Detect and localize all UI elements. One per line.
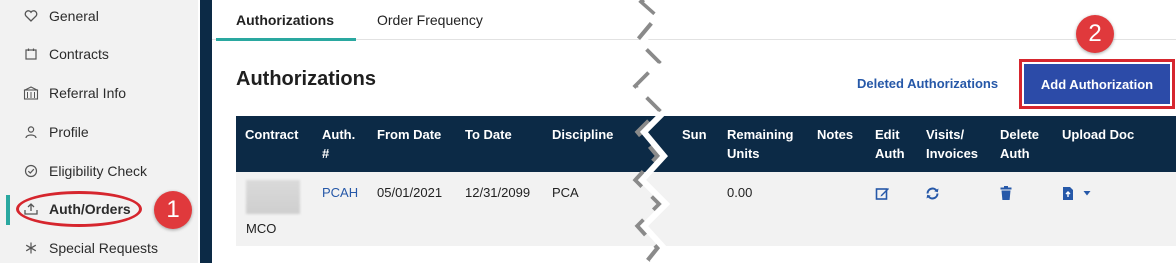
sidebar-item-special-requests[interactable]: Special Requests (0, 230, 198, 263)
sidebar-item-label: Referral Info (49, 85, 127, 101)
cell-discipline: PCA (552, 185, 579, 200)
table-header: Contract Auth. # From Date To Date Disci… (236, 116, 1176, 172)
deleted-authorizations-link[interactable]: Deleted Authorizations (857, 76, 998, 91)
column-header-visits-invoices: Visits/ Invoices (926, 125, 978, 163)
sidebar-divider-bar (200, 0, 212, 263)
column-header-contract: Contract (245, 127, 299, 142)
column-header-discipline: Discipline (552, 127, 614, 142)
hospital-icon (22, 84, 40, 102)
sidebar-item-contracts[interactable]: Contracts (0, 36, 198, 72)
column-header-remaining-units: Remaining Units (727, 125, 793, 163)
column-header-upload-doc: Upload Doc (1062, 127, 1135, 142)
redacted-contract-logo (246, 180, 300, 214)
column-header-auth-number: Auth. # (322, 125, 355, 163)
sidebar-item-general[interactable]: General (0, 0, 198, 34)
edit-icon[interactable] (874, 185, 890, 201)
cell-auth-number-link[interactable]: PCAH (322, 185, 358, 200)
person-icon (22, 123, 40, 141)
add-authorization-button[interactable]: Add Authorization (1024, 64, 1170, 104)
sidebar-item-label: Special Requests (49, 240, 158, 256)
sidebar-item-label: Auth/Orders (49, 201, 131, 217)
table-row: MCO PCAH 05/01/2021 12/31/2099 PCA 0.00 (236, 172, 1176, 246)
sidebar-item-label: Profile (49, 124, 89, 140)
column-header-to-date: To Date (465, 127, 512, 142)
header-line: Auth (875, 146, 905, 161)
heart-icon (22, 7, 40, 25)
page-title: Authorizations (236, 68, 376, 90)
header-line: Visits/ (926, 127, 965, 142)
sidebar-item-label: Contracts (49, 46, 109, 62)
callout-badge-1: 1 (154, 191, 192, 229)
asterisk-icon (22, 239, 40, 257)
header-line: # (322, 146, 330, 161)
sidebar-item-eligibility-check[interactable]: Eligibility Check (0, 153, 198, 189)
column-header-from-date: From Date (377, 127, 442, 142)
header-line: Remaining (727, 127, 794, 142)
check-circle-icon (22, 162, 40, 180)
callout-badge-2: 2 (1076, 15, 1114, 53)
tab-authorizations[interactable]: Authorizations (216, 0, 356, 41)
sidebar-item-label: Eligibility Check (49, 163, 148, 179)
sidebar-item-label: General (49, 8, 99, 24)
column-header-edit-auth: Edit Auth (875, 125, 905, 163)
tab-bar: Authorizations Order Frequency (212, 0, 1176, 41)
header-line: Auth (1000, 146, 1030, 161)
header-line: Units (727, 146, 760, 161)
refresh-icon[interactable] (924, 185, 940, 201)
cell-from-date: 05/01/2021 (377, 185, 443, 200)
header-line: Edit (875, 127, 900, 142)
sidebar-item-referral-info[interactable]: Referral Info (0, 75, 198, 111)
upload-file-icon[interactable] (1060, 185, 1076, 201)
upload-tray-icon (22, 200, 40, 218)
cell-to-date: 12/31/2099 (465, 185, 531, 200)
column-header-sun: Sun (682, 127, 707, 142)
header-line: Invoices (926, 146, 979, 161)
cell-contract: MCO (246, 221, 277, 236)
column-header-notes: Notes (817, 127, 854, 142)
header-line: Delete (1000, 127, 1040, 142)
header-line: Auth. (322, 127, 356, 142)
cell-remaining-units: 0.00 (727, 185, 753, 200)
calendar-icon (22, 45, 40, 63)
trash-icon[interactable] (998, 185, 1014, 201)
sidebar-item-profile[interactable]: Profile (0, 114, 198, 150)
tab-order-frequency[interactable]: Order Frequency (377, 0, 483, 40)
column-header-delete-auth: Delete Auth (1000, 125, 1039, 163)
chevron-down-icon[interactable] (1079, 185, 1095, 201)
